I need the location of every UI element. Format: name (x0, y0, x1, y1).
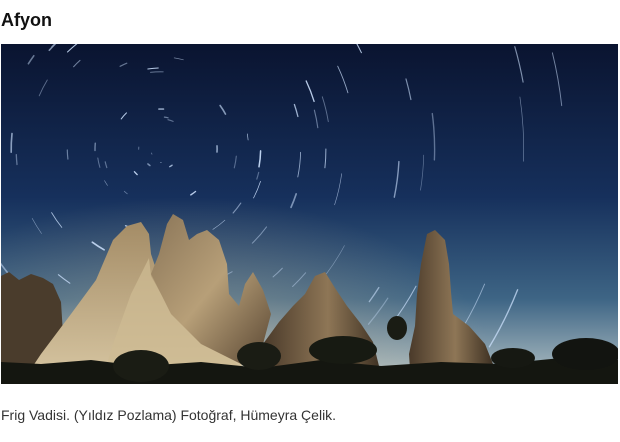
star-trail (15, 154, 18, 166)
article-title: Afyon (1, 10, 52, 30)
tree-left (113, 350, 169, 382)
photo-caption: Frig Vadisi. (Yıldız Pozlama) Fotoğraf, … (1, 407, 337, 423)
star-trail (10, 132, 13, 154)
bush-far-right (491, 348, 535, 368)
bush-right (552, 338, 618, 370)
star-trail (151, 152, 153, 155)
star-trail (150, 71, 164, 73)
tree-middle (309, 336, 377, 364)
article-block: Afyon Frig Vadisi. (Yıldız Pozlama) Foto… (0, 0, 620, 442)
star-trail (163, 116, 169, 119)
star-trail-image (1, 44, 618, 384)
tree-center (237, 342, 281, 370)
star-trail (66, 149, 69, 160)
tree-small (387, 316, 407, 340)
article-photo[interactable] (1, 44, 618, 384)
